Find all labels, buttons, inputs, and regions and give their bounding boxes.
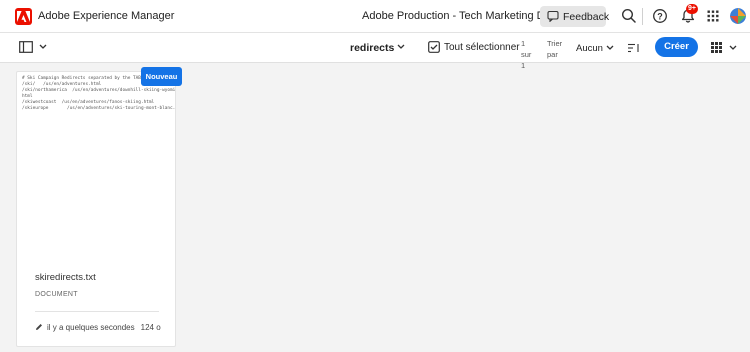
rail-toggle-icon[interactable] [19, 41, 33, 53]
preview-line: /skieurope /us/en/adventures/ski-touring… [22, 106, 175, 111]
app-grid-icon[interactable] [704, 7, 722, 25]
chevron-down-icon[interactable] [606, 45, 614, 51]
select-all-icon[interactable] [428, 41, 440, 53]
search-icon[interactable] [620, 7, 638, 25]
modified-time: il y a quelques secondes [47, 323, 135, 332]
view-switcher-icon[interactable] [711, 42, 722, 53]
item-count: 1 sur 1 [521, 39, 532, 70]
new-badge: Nouveau [141, 67, 182, 86]
file-size: 124 o [140, 323, 161, 332]
preview-line: /ski/northamerica /us/en/adventures/down… [22, 88, 175, 93]
card-divider [35, 311, 159, 312]
chevron-down-icon[interactable] [39, 44, 47, 50]
create-button[interactable]: Créer [655, 37, 698, 57]
sort-order-icon[interactable] [628, 43, 640, 53]
pencil-icon [36, 324, 42, 330]
file-preview: # Ski Campaign Redirects separated by th… [17, 72, 175, 252]
avatar[interactable] [730, 8, 746, 24]
feedback-icon [547, 10, 559, 22]
modified-info: il y a quelques secondes 124 o [35, 323, 161, 332]
file-name[interactable]: skiredirects.txt [35, 272, 96, 283]
notification-badge: 9+ [686, 4, 698, 14]
help-icon[interactable]: ? [651, 7, 669, 25]
select-all-button[interactable]: Tout sélectionner [444, 42, 520, 53]
action-bar: redirects Tout sélectionner 1 sur 1 Trie… [0, 33, 750, 70]
header-divider [642, 8, 643, 25]
file-type: DOCUMENT [35, 291, 78, 298]
svg-text:?: ? [657, 11, 663, 21]
sort-label: Trier par [547, 39, 563, 59]
chevron-down-icon[interactable] [397, 44, 405, 50]
folder-title[interactable]: redirects [350, 42, 394, 54]
feedback-label: Feedback [563, 11, 610, 23]
adobe-logo-icon[interactable] [15, 8, 32, 25]
feedback-button[interactable]: Feedback [540, 6, 610, 27]
top-header: Adobe Experience Manager Adobe Productio… [0, 0, 750, 33]
asset-card[interactable]: # Ski Campaign Redirects separated by th… [16, 71, 176, 347]
chevron-down-icon[interactable] [729, 45, 737, 51]
app-name[interactable]: Adobe Experience Manager [38, 10, 174, 22]
sort-select[interactable]: Aucun [576, 43, 603, 54]
